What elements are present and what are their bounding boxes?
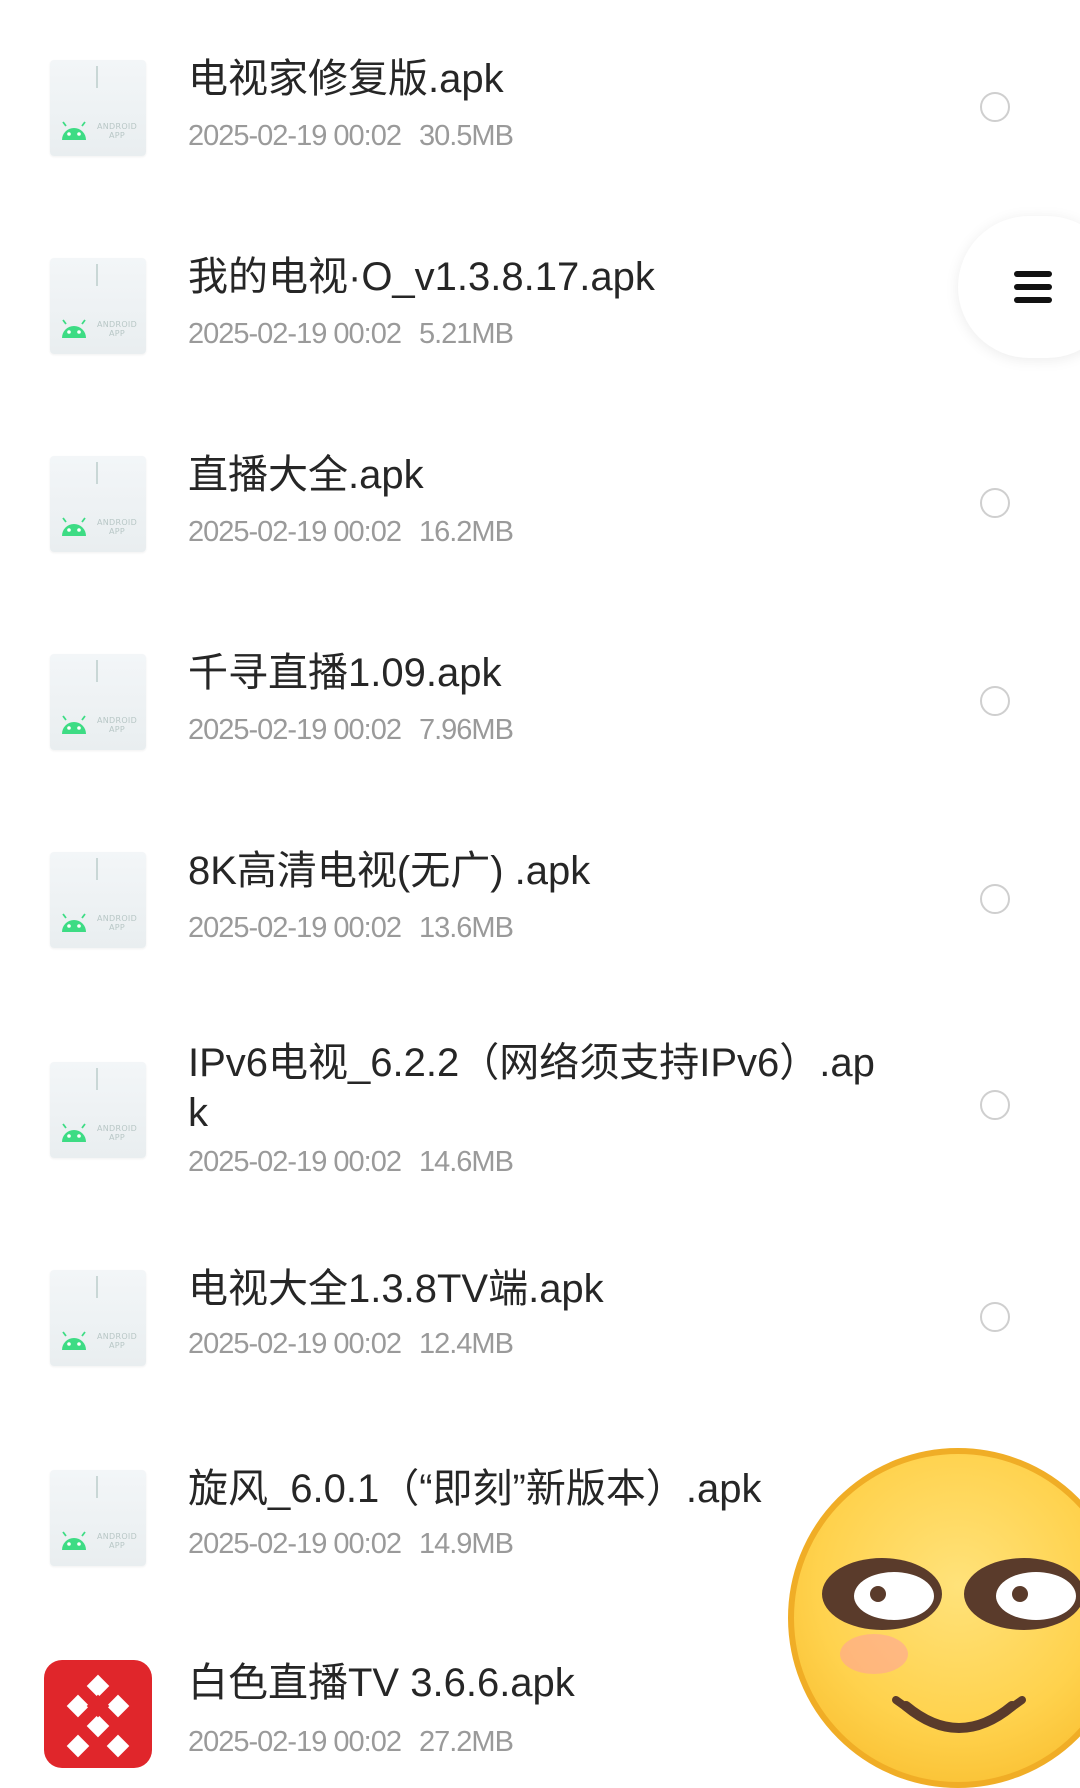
select-radio[interactable] [980,1090,1010,1120]
file-date: 2025-02-19 00:02 [188,120,402,152]
file-size: 16.2MB [418,516,514,548]
apk-icon-label: ANDROID APP [96,320,138,338]
apk-icon-label: ANDROID APP [96,1124,138,1142]
file-name: 千寻直播1.09.apk [188,651,502,695]
file-size: 13.6MB [418,912,514,944]
file-meta: 2025-02-19 00:02 5.21MB [188,318,514,351]
file-date: 2025-02-19 00:02 [188,1146,402,1178]
android-apk-icon: ANDROID APP [50,1270,146,1366]
android-apk-icon: ANDROID APP [50,1062,146,1158]
android-apk-icon: ANDROID APP [50,852,146,948]
file-date: 2025-02-19 00:02 [188,1528,402,1560]
select-radio[interactable] [980,92,1010,122]
apk-icon-label: ANDROID APP [96,914,138,932]
file-name: 直播大全.apk [188,453,424,497]
file-date: 2025-02-19 00:02 [188,516,402,548]
file-meta: 2025-02-19 00:02 14.6MB [188,1146,514,1179]
file-name: 电视家修复版.apk [188,57,504,101]
android-apk-icon: ANDROID APP [50,258,146,354]
file-name: 白色直播TV 3.6.6.apk [188,1661,575,1705]
file-date: 2025-02-19 00:02 [188,912,402,944]
list-item[interactable]: ANDROID APP 8K高清电视(无广) .apk 2025-02-19 0… [0,794,1080,994]
file-size: 14.6MB [418,1146,514,1178]
file-size: 12.4MB [418,1328,514,1360]
file-meta: 2025-02-19 00:02 7.96MB [188,714,514,747]
select-radio[interactable] [980,488,1010,518]
apk-icon-label: ANDROID APP [96,122,138,140]
file-date: 2025-02-19 00:02 [188,1328,402,1360]
file-meta: 2025-02-19 00:02 14.9MB [188,1528,514,1561]
file-meta: 2025-02-19 00:02 12.4MB [188,1328,514,1361]
file-date: 2025-02-19 00:02 [188,1726,402,1758]
file-name: 8K高清电视(无广) .apk [188,849,591,893]
file-name: 旋风_6.0.1（“即刻”新版本）.apk [188,1467,762,1511]
list-item[interactable]: ANDROID APP 直播大全.apk 2025-02-19 00:02 16.… [0,398,1080,596]
list-item[interactable]: ANDROID APP 我的电视·O_v1.3.8.17.apk 2025-02… [0,200,1080,398]
apk-icon-label: ANDROID APP [96,518,138,536]
select-radio[interactable] [980,1302,1010,1332]
list-item[interactable]: ANDROID APP IPv6电视_6.2.2（网络须支持IPv6）.apk … [0,994,1080,1224]
file-size: 27.2MB [418,1726,514,1758]
apk-icon-label: ANDROID APP [96,1332,138,1350]
file-name: 我的电视·O_v1.3.8.17.apk [188,255,655,299]
select-radio[interactable] [980,686,1010,716]
list-item[interactable]: ANDROID APP 电视大全1.3.8TV端.apk 2025-02-19 … [0,1224,1080,1414]
file-meta: 2025-02-19 00:02 27.2MB [188,1726,514,1759]
file-date: 2025-02-19 00:02 [188,318,402,350]
apk-icon-label: ANDROID APP [96,1532,138,1550]
file-name: IPv6电视_6.2.2（网络须支持IPv6）.apk [188,1041,875,1135]
file-meta: 2025-02-19 00:02 30.5MB [188,120,514,153]
file-meta: 2025-02-19 00:02 13.6MB [188,912,514,945]
red-app-logo-icon [44,1660,152,1768]
android-apk-icon: ANDROID APP [50,456,146,552]
list-item[interactable]: ANDROID APP 电视家修复版.apk 2025-02-19 00:02 3… [0,0,1080,200]
file-size: 30.5MB [418,120,514,152]
file-date: 2025-02-19 00:02 [188,714,402,746]
file-meta: 2025-02-19 00:02 16.2MB [188,516,514,549]
select-radio[interactable] [980,884,1010,914]
android-apk-icon: ANDROID APP [50,654,146,750]
file-size: 14.9MB [418,1528,514,1560]
file-size: 7.96MB [418,714,514,746]
file-size: 5.21MB [418,318,514,350]
list-item[interactable]: ANDROID APP 千寻直播1.09.apk 2025-02-19 00:0… [0,596,1080,794]
file-name: 电视大全1.3.8TV端.apk [188,1267,604,1311]
apk-icon-label: ANDROID APP [96,716,138,734]
android-apk-icon: ANDROID APP [50,1470,146,1566]
android-apk-icon: ANDROID APP [50,60,146,156]
